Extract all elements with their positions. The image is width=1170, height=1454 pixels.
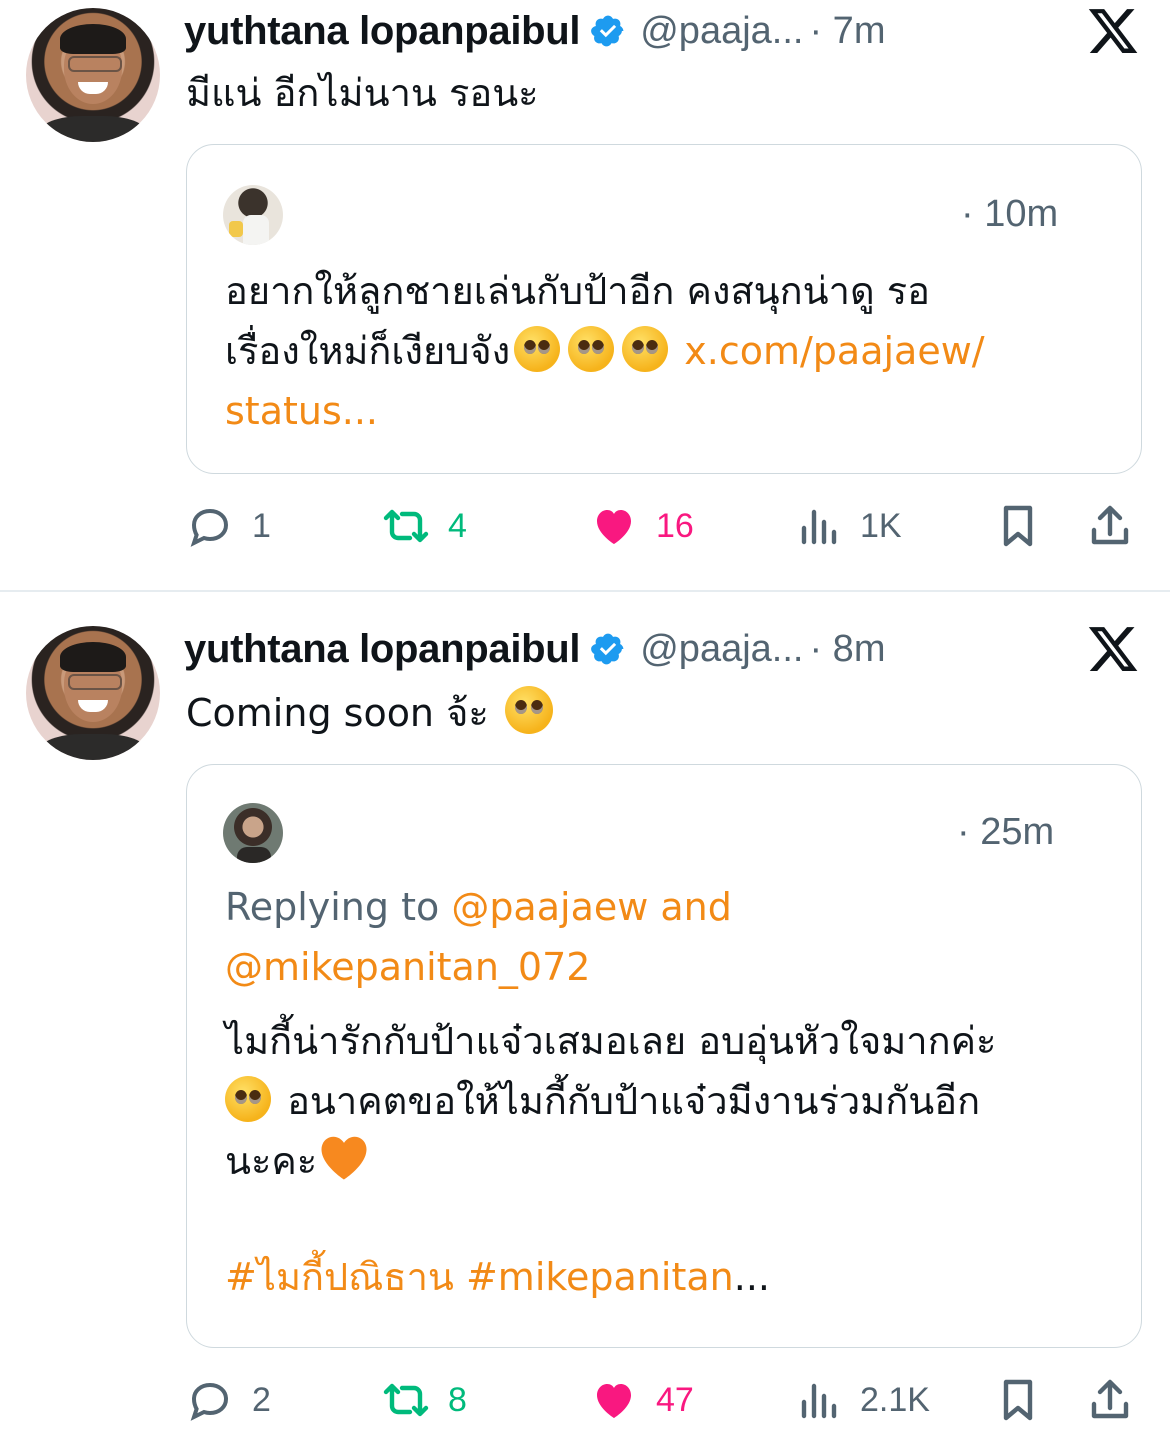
quoted-text-line: ไมกี้น่ารักกับป้าแจ๋วเสมอเลย อบอุ่นหัวใจ… <box>225 1019 997 1063</box>
repost-button[interactable]: 8 <box>382 1370 467 1430</box>
replying-to-label: Replying to <box>225 885 452 929</box>
reply-icon <box>190 1382 229 1421</box>
repost-icon <box>383 509 429 543</box>
author-handle[interactable]: @paaja... <box>640 628 803 671</box>
author-avatar[interactable] <box>26 8 160 142</box>
bookmark-icon <box>1003 505 1033 547</box>
views-icon <box>801 1383 837 1419</box>
like-button[interactable]: 16 <box>590 496 694 556</box>
share-button[interactable] <box>1086 1370 1134 1430</box>
mention-link[interactable]: @mikepanitan_072 <box>225 937 1105 997</box>
orange-heart-emoji <box>321 1136 367 1180</box>
x-logo-icon[interactable] <box>1086 4 1140 58</box>
bookmark-icon <box>1003 1379 1033 1421</box>
quoted-author-avatar[interactable] <box>223 185 283 245</box>
quoted-author-avatar[interactable] <box>223 803 283 863</box>
tweet-text-content: Coming soon จ้ะ <box>186 691 489 735</box>
quoted-tweet-body: Replying to @paajaew and @mikepanitan_07… <box>225 877 1105 1307</box>
bookmark-button[interactable] <box>994 1370 1042 1430</box>
views-icon <box>801 509 837 545</box>
views-button[interactable]: 2.1K <box>794 1370 930 1430</box>
quoted-text-line: อนาคตขอให้ไมกี้กับป้าแจ๋วมีงานร่วมกันอีก <box>287 1079 981 1123</box>
quoted-text-line: เรื่องใหม่ก็เงียบจัง <box>225 329 511 373</box>
reply-button[interactable]: 2 <box>186 1370 271 1430</box>
pleading-face-emoji <box>514 326 561 372</box>
crying-face-emoji <box>622 326 669 372</box>
quoted-tweet[interactable]: · 10m อยากให้ลูกชายเล่นกับป้าอีก คงสนุกน… <box>186 144 1142 474</box>
quoted-tweet-text: อยากให้ลูกชายเล่นกับป้าอีก คงสนุกน่าดู ร… <box>225 261 1105 441</box>
quoted-tweet[interactable]: · 25m Replying to @paajaew and @mikepani… <box>186 764 1142 1348</box>
heart-icon <box>597 1384 631 1418</box>
tweet-time[interactable]: · 8m <box>809 628 885 671</box>
status-link-cont[interactable]: status... <box>225 381 1105 441</box>
truncation-ellipsis: ... <box>733 1255 770 1299</box>
tweet-actions: 1 4 16 1K <box>186 496 1136 556</box>
verified-badge-icon <box>591 633 624 665</box>
author-name[interactable]: yuthtana lopanpaibul <box>184 9 581 54</box>
pleading-face-emoji <box>568 326 615 372</box>
author-handle[interactable]: @paaja... <box>640 10 803 53</box>
tweet-text: Coming soon จ้ะ <box>186 686 557 738</box>
hashtag-links[interactable]: #ไมกี้ปณิธาน #mikepanitan <box>225 1255 734 1299</box>
like-button[interactable]: 47 <box>590 1370 694 1430</box>
quoted-text-line: นะคะ <box>225 1139 318 1183</box>
quoted-text-line: อยากให้ลูกชายเล่นกับป้าอีก คงสนุกน่าดู ร… <box>225 269 930 313</box>
share-icon <box>1091 1379 1129 1419</box>
share-icon <box>1091 505 1129 545</box>
bookmark-button[interactable] <box>994 496 1042 556</box>
status-link[interactable]: x.com/paajaew/ <box>684 329 984 373</box>
tweet-divider <box>0 590 1170 592</box>
reply-icon <box>190 508 229 547</box>
share-button[interactable] <box>1086 496 1134 556</box>
heart-icon <box>597 510 631 544</box>
pleading-face-emoji <box>225 1076 271 1122</box>
tweet-header: yuthtana lopanpaibul @paaja... · 7m <box>184 6 885 56</box>
quoted-tweet-time[interactable]: · 10m <box>961 193 1058 236</box>
x-logo-icon[interactable] <box>1086 622 1140 676</box>
tweet-actions: 2 8 47 2.1K <box>186 1370 1136 1430</box>
repost-icon <box>383 1383 429 1417</box>
tweet-header: yuthtana lopanpaibul @paaja... · 8m <box>184 624 885 674</box>
views-button[interactable]: 1K <box>794 496 902 556</box>
reply-button[interactable]: 1 <box>186 496 271 556</box>
verified-badge-icon <box>591 15 624 47</box>
tweet-text: มีแน่ อีกไม่นาน รอนะ <box>186 71 539 115</box>
tweet-time[interactable]: · 7m <box>809 10 885 53</box>
author-name[interactable]: yuthtana lopanpaibul <box>184 627 581 672</box>
author-avatar[interactable] <box>26 626 160 760</box>
mention-link[interactable]: @paajaew and <box>451 885 732 929</box>
repost-button[interactable]: 4 <box>382 496 467 556</box>
grinning-face-emoji <box>504 686 553 734</box>
quoted-tweet-time[interactable]: · 25m <box>957 811 1054 854</box>
